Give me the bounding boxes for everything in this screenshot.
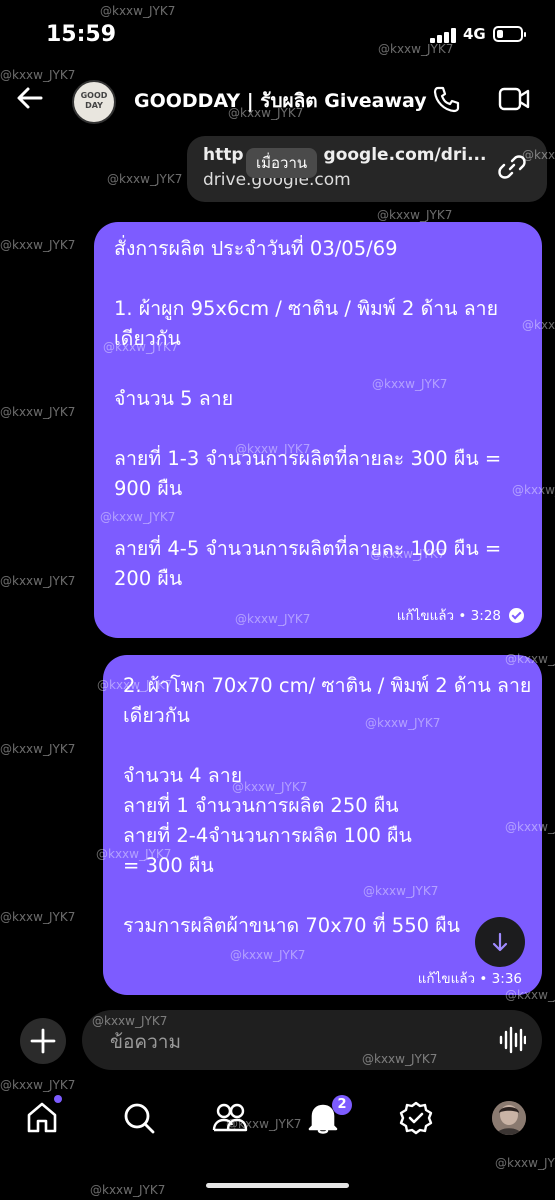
message-meta: แก้ไขแล้ว • 3:36 bbox=[417, 971, 522, 987]
watermark: @kxxw_JYK7 bbox=[100, 4, 176, 18]
watermark: @kxxw_JYK7 bbox=[362, 1052, 438, 1066]
home-indicator bbox=[206, 1183, 349, 1188]
message-text: 2. ผ้าโพก 70x70 cm/ ซาติน / พิมพ์ 2 ด้าน… bbox=[123, 674, 532, 937]
watermark: @kxxw_JYK7 bbox=[235, 612, 311, 626]
watermark: @kxxw_JYK7 bbox=[0, 1078, 76, 1092]
check-icon bbox=[509, 608, 524, 623]
profile-avatar[interactable] bbox=[492, 1101, 526, 1135]
message-meta: แก้ไขแล้ว • 3:28 bbox=[397, 604, 524, 626]
battery-icon bbox=[493, 26, 526, 42]
timestamp-tooltip: เมื่อวาน bbox=[246, 148, 318, 178]
watermark: @kxxw_JYK7 bbox=[505, 652, 555, 666]
link-preview[interactable]: http google.com/dri... drive.google.com bbox=[187, 136, 547, 202]
watermark: @kxxw_JYK7 bbox=[365, 716, 441, 730]
plus-icon bbox=[30, 1028, 56, 1054]
watermark: @kxxw_JYK7 bbox=[230, 948, 306, 962]
watermark: @kxxw_JYK7 bbox=[0, 742, 76, 756]
waveform-icon[interactable] bbox=[498, 1026, 526, 1054]
watermark: @kxxw_JYK7 bbox=[235, 442, 311, 456]
watermark: @kxxw_JYK7 bbox=[370, 547, 446, 561]
add-attachment-button[interactable] bbox=[20, 1018, 66, 1064]
watermark: @kxxw_JYK7 bbox=[90, 1183, 166, 1197]
phone-icon[interactable] bbox=[432, 84, 462, 114]
search-icon[interactable] bbox=[121, 1100, 157, 1136]
profile-picture bbox=[492, 1101, 526, 1135]
status-time: 15:59 bbox=[46, 22, 117, 47]
watermark: @kxxw_JYK7 bbox=[378, 42, 454, 56]
watermark: @kxxw_JYK7 bbox=[92, 1014, 168, 1028]
avatar-logo: GOOD DAY bbox=[80, 91, 108, 110]
status-bar: 15:59 4G bbox=[0, 0, 555, 62]
arrow-down-icon bbox=[492, 932, 508, 952]
watermark: @kxxw_JYK7 bbox=[226, 1117, 302, 1131]
watermark: @kxxw_JYK7 bbox=[0, 910, 76, 924]
watermark: @kxxw_JYK7 bbox=[363, 884, 439, 898]
signal-icon bbox=[430, 27, 458, 43]
video-icon[interactable] bbox=[498, 86, 530, 112]
notification-badge: 2 bbox=[332, 1095, 352, 1115]
watermark: @kxxw_JYK7 bbox=[0, 68, 76, 82]
watermark: @kxxw_JYK7 bbox=[96, 847, 172, 861]
message-bubble[interactable]: สั่งการผลิต ประจำวันที่ 03/05/69 1. ผ้าผ… bbox=[94, 222, 542, 638]
watermark: @kxxw_JYK7 bbox=[0, 405, 76, 419]
watermark: @kxxw_JYK7 bbox=[0, 574, 76, 588]
watermark: @kxxw_JYK7 bbox=[97, 678, 173, 692]
watermark: @kxxw_JYK7 bbox=[495, 1156, 555, 1170]
message-text: สั่งการผลิต ประจำวันที่ 03/05/69 1. ผ้าผ… bbox=[114, 237, 502, 590]
unread-dot bbox=[54, 1095, 62, 1103]
watermark: @kxxw_JYK7 bbox=[377, 208, 453, 222]
watermark: @kxxw_JYK7 bbox=[512, 483, 555, 497]
watermark: @kxxw_JYK7 bbox=[505, 820, 555, 834]
badge-check-icon[interactable] bbox=[398, 1100, 434, 1136]
watermark: @kxxw_JYK7 bbox=[103, 340, 179, 354]
back-arrow-icon[interactable] bbox=[14, 82, 46, 114]
watermark: @kxxw_JYK7 bbox=[228, 106, 304, 120]
watermark: @kxxw_JYK7 bbox=[232, 780, 308, 794]
watermark: @kxxw_JYK7 bbox=[372, 377, 448, 391]
watermark: @kxxw_JYK7 bbox=[522, 318, 555, 332]
watermark: @kxxw_JYK7 bbox=[100, 510, 176, 524]
chat-avatar[interactable]: GOOD DAY bbox=[72, 80, 116, 124]
home-icon[interactable] bbox=[24, 1100, 60, 1136]
watermark: @kxxw_JYK7 bbox=[0, 238, 76, 252]
network-label: 4G bbox=[463, 25, 486, 43]
scroll-to-bottom-button[interactable] bbox=[475, 917, 525, 967]
watermark: @kxxw_JYK7 bbox=[107, 172, 183, 186]
message-input[interactable]: ข้อความ bbox=[110, 1027, 181, 1057]
watermark: @kxxw_JYK7 bbox=[522, 148, 555, 162]
watermark: @kxxw_JYK7 bbox=[505, 988, 555, 1002]
